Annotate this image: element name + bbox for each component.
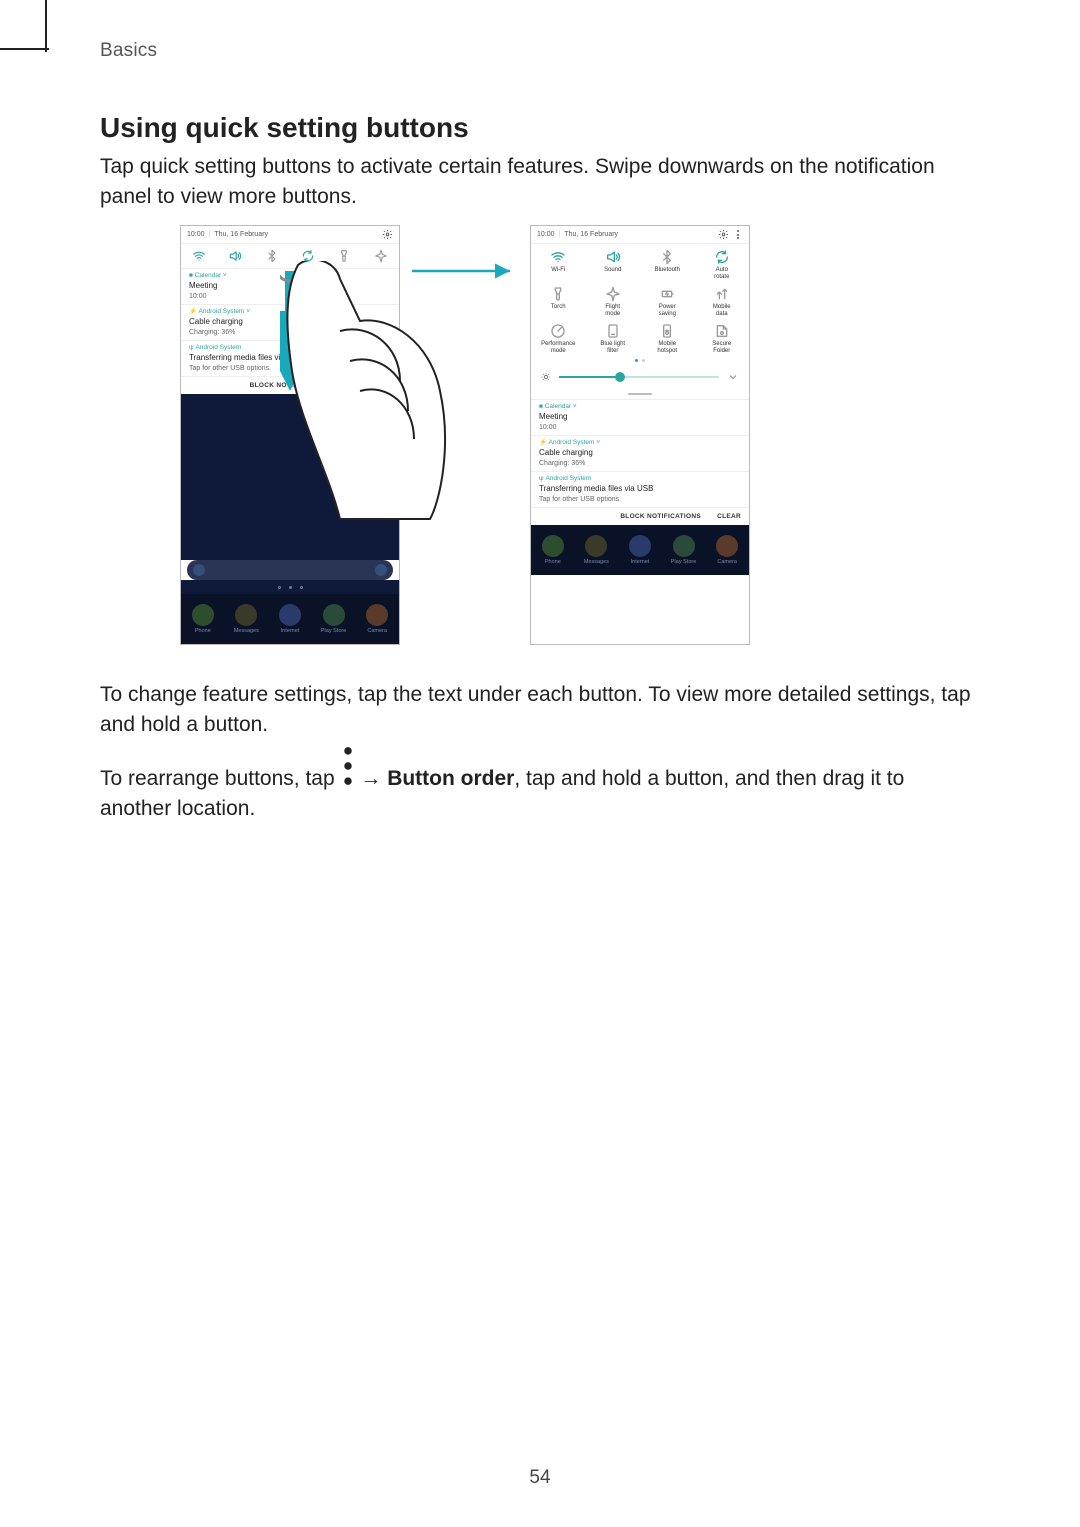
overflow-menu-button[interactable] <box>733 229 743 240</box>
gear-icon[interactable] <box>382 229 393 240</box>
torch-toggle[interactable] <box>337 249 351 263</box>
notif-app-label: Calendar <box>545 403 571 410</box>
notif-app-label: Android System <box>195 344 241 351</box>
notif-title: Transferring media files via USB <box>539 484 741 494</box>
gear-icon[interactable] <box>718 229 729 240</box>
section-heading: Using quick setting buttons <box>100 112 469 144</box>
arrow-glyph: → <box>360 767 381 790</box>
brightness-icon <box>541 372 551 382</box>
clear-button[interactable]: CLEAR <box>717 513 741 520</box>
notif-title: Transferring media files via USB <box>189 353 391 363</box>
torch-tile[interactable]: Torch <box>534 281 582 318</box>
notif-subtitle: Tap for other USB options. <box>539 495 741 504</box>
arrow-icon <box>410 261 520 281</box>
wallpaper-area <box>181 394 399 560</box>
notification-charging[interactable]: ⚡ Android System ˅ Cable charging Chargi… <box>181 304 399 340</box>
hotspot-tile[interactable]: Mobilehotspot <box>643 318 691 355</box>
dock: Phone Messages Internet Play Store Camera <box>531 525 749 575</box>
status-time: 10:00 <box>537 231 555 238</box>
quick-settings-grid: Wi-FiSoundBluetoothAutorotate TorchFlight… <box>531 244 749 355</box>
notif-title: Cable charging <box>189 317 391 327</box>
status-date: Thu, 16 February <box>564 231 714 238</box>
body-paragraph: To rearrange buttons, tap → Button order… <box>100 745 980 825</box>
rotate-toggle[interactable] <box>301 249 315 263</box>
notif-title: Cable charging <box>539 448 741 458</box>
google-search-bar[interactable] <box>187 560 393 580</box>
block-notifications-button[interactable]: BLOCK NOTIFICATIONS <box>181 376 399 394</box>
body-paragraph: Tap quick setting buttons to activate ce… <box>100 152 980 213</box>
notification-usb[interactable]: ψ Android System Transferring media file… <box>531 471 749 507</box>
notif-subtitle: Charging: 36% <box>189 328 391 337</box>
google-g-icon <box>193 564 205 576</box>
rotate-tile[interactable]: Autorotate <box>698 244 746 281</box>
notification-usb[interactable]: ψ Android System Transferring media file… <box>181 340 399 376</box>
notif-app-label: Android System <box>549 439 595 446</box>
page-number: 54 <box>0 1467 1080 1489</box>
wifi-toggle[interactable] <box>192 249 206 263</box>
dock-app-play-store[interactable]: Play Store <box>670 535 698 565</box>
mobile-tile[interactable]: Mobiledata <box>698 281 746 318</box>
bluetooth-toggle[interactable] <box>265 249 279 263</box>
sound-tile[interactable]: Sound <box>589 244 637 281</box>
notif-app-label: Calendar <box>195 272 221 279</box>
dock-app-messages[interactable]: Messages <box>582 535 610 565</box>
text-bold: Button order <box>387 767 514 790</box>
dock-app-camera[interactable]: Camera <box>713 535 741 565</box>
notif-title: Meeting <box>189 281 391 291</box>
flight-tile[interactable]: Flightmode <box>589 281 637 318</box>
sound-toggle[interactable] <box>228 249 242 263</box>
figure: 10:00 | Thu, 16 February ■ Calendar ˅ Me… <box>180 225 900 655</box>
dock: Phone Messages Internet Play Store Camera <box>181 594 399 644</box>
crop-mark <box>0 48 49 50</box>
notif-subtitle: 10:00 <box>539 423 741 432</box>
dock-app-play-store[interactable]: Play Store <box>320 604 348 634</box>
notif-app-label: Android System <box>199 308 245 315</box>
quick-settings-page-indicator <box>531 355 749 365</box>
notif-app-label: Android System <box>545 475 591 482</box>
status-bar: 10:00 | Thu, 16 February <box>181 226 399 244</box>
flight-toggle[interactable] <box>374 249 388 263</box>
blue-tile[interactable]: Blue lightfilter <box>589 318 637 355</box>
notification-charging[interactable]: ⚡ Android System ˅ Cable charging Chargi… <box>531 435 749 471</box>
notification-actions-row: BLOCK NOTIFICATIONS CLEAR <box>531 507 749 525</box>
bluetooth-tile[interactable]: Bluetooth <box>643 244 691 281</box>
dock-app-phone[interactable]: Phone <box>189 604 217 634</box>
dock-app-camera[interactable]: Camera <box>363 604 391 634</box>
brightness-slider[interactable] <box>531 365 749 389</box>
notif-subtitle: Tap for other USB options. <box>189 364 391 373</box>
status-date: Thu, 16 February <box>214 231 378 238</box>
dock-app-internet[interactable]: Internet <box>626 535 654 565</box>
home-page-indicator <box>181 580 399 594</box>
phone-screenshot-left: 10:00 | Thu, 16 February ■ Calendar ˅ Me… <box>180 225 400 645</box>
quick-settings-row <box>181 244 399 268</box>
secure-tile[interactable]: SecureFolder <box>698 318 746 355</box>
notif-subtitle: 10:00 <box>189 292 391 301</box>
crop-mark <box>45 0 47 52</box>
status-bar: 10:00 | Thu, 16 February <box>531 226 749 244</box>
notif-title: Meeting <box>539 412 741 422</box>
mic-icon <box>375 564 387 576</box>
chevron-down-icon[interactable] <box>727 371 739 383</box>
dock-app-internet[interactable]: Internet <box>276 604 304 634</box>
text-run: To rearrange buttons, tap <box>100 767 341 790</box>
notification-calendar[interactable]: ■ Calendar ˅ Meeting 10:00 <box>531 399 749 435</box>
notif-subtitle: Charging: 36% <box>539 459 741 468</box>
status-time: 10:00 <box>187 231 205 238</box>
body-paragraph: To change feature settings, tap the text… <box>100 680 980 741</box>
wifi-tile[interactable]: Wi-Fi <box>534 244 582 281</box>
power-tile[interactable]: Powersaving <box>643 281 691 318</box>
notification-calendar[interactable]: ■ Calendar ˅ Meeting 10:00 <box>181 268 399 304</box>
dock-app-phone[interactable]: Phone <box>539 535 567 565</box>
dock-app-messages[interactable]: Messages <box>232 604 260 634</box>
panel-handle[interactable] <box>531 389 749 399</box>
block-notifications-button[interactable]: BLOCK NOTIFICATIONS <box>620 513 701 520</box>
phone-screenshot-right: 10:00 | Thu, 16 February Wi-FiSoundBluet… <box>530 225 750 645</box>
running-head: Basics <box>100 40 157 62</box>
overflow-menu-icon <box>341 745 355 787</box>
perf-tile[interactable]: Performancemode <box>534 318 582 355</box>
